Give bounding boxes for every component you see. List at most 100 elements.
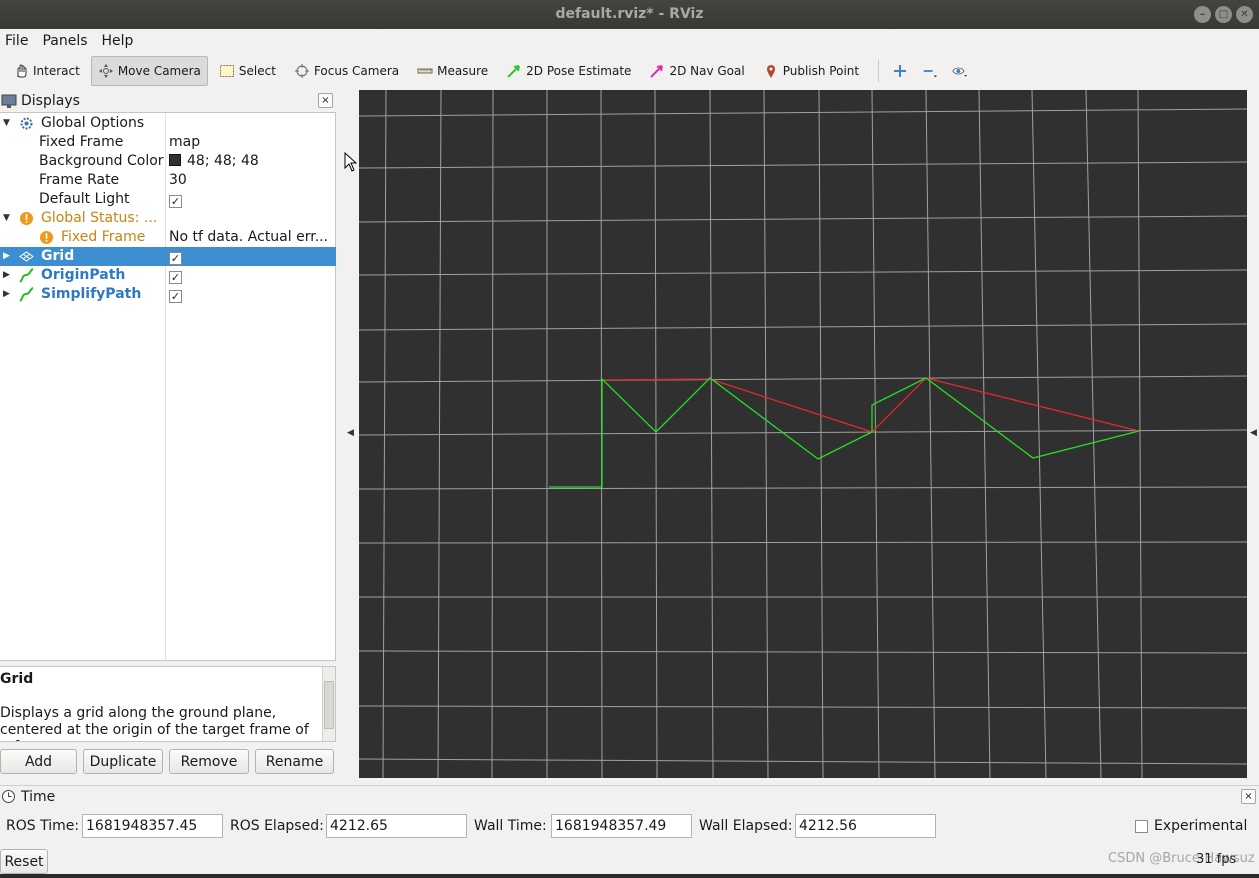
frame-rate-row[interactable]: Frame Rate 30 [0, 171, 336, 190]
close-time-button[interactable]: × [1241, 789, 1256, 804]
close-displays-button[interactable]: × [318, 93, 333, 108]
duplicate-button[interactable]: Duplicate [83, 749, 163, 774]
ros-elapsed-field[interactable]: 4212.65 [326, 814, 467, 838]
fixed-frame-value[interactable]: map [169, 133, 333, 152]
grid-line-vertical [654, 90, 658, 778]
wall-time-field[interactable]: 1681948357.49 [551, 814, 692, 838]
collapse-left-arrow-icon[interactable]: ◀ [347, 428, 354, 438]
pose-estimate-label: 2D Pose Estimate [526, 63, 632, 78]
color-swatch [169, 154, 181, 166]
reset-button[interactable]: Reset [0, 849, 48, 874]
background-color-text: 48; 48; 48 [187, 153, 259, 169]
select-icon [219, 64, 234, 77]
menu-file[interactable]: File [5, 33, 28, 49]
warning-icon [40, 231, 53, 244]
simplify-path-label: SimplifyPath [41, 286, 142, 302]
expand-arrow-icon[interactable]: ▼ [3, 114, 10, 133]
minus-icon [923, 69, 938, 77]
grid-line-horizontal [359, 161, 1247, 169]
minimize-button[interactable]: – [1194, 6, 1211, 23]
ros-time-field[interactable]: 1681948357.45 [82, 814, 223, 838]
focus-camera-tool[interactable]: Focus Camera [287, 56, 406, 86]
displays-tree: ▼ Global Options Fixed Frame map Backgro… [0, 112, 336, 661]
expand-arrow-icon[interactable]: ▼ [3, 209, 10, 228]
fixed-frame-row[interactable]: Fixed Frame map [0, 133, 336, 152]
origin-path-value: ✓ [169, 266, 333, 285]
experimental-checkbox[interactable] [1135, 820, 1148, 833]
add-button[interactable]: Add [0, 749, 77, 774]
plus-icon [894, 64, 907, 77]
pink-arrow-icon [650, 64, 664, 78]
ros-elapsed-label: ROS Elapsed: [230, 818, 324, 834]
add-tool-button[interactable] [887, 56, 913, 86]
global-options-row[interactable]: ▼ Global Options [0, 114, 336, 133]
origin-path-checkbox[interactable]: ✓ [169, 271, 182, 284]
mouse-cursor-icon [344, 152, 357, 172]
move-camera-tool[interactable]: Move Camera [90, 55, 208, 86]
map-pin-icon [766, 64, 775, 78]
eye-icon [952, 67, 968, 77]
nav-goal-tool[interactable]: 2D Nav Goal [642, 56, 751, 86]
wall-elapsed-field[interactable]: 4212.56 [795, 814, 936, 838]
background-color-row[interactable]: Background Color 48; 48; 48 [0, 152, 336, 171]
expand-arrow-icon[interactable]: ▶ [3, 266, 10, 285]
background-color-value[interactable]: 48; 48; 48 [169, 152, 333, 171]
publish-point-tool[interactable]: Publish Point [756, 56, 866, 86]
simplify-path-value: ✓ [169, 285, 333, 304]
displays-panel-title: Displays [21, 93, 80, 109]
default-light-checkbox[interactable]: ✓ [169, 195, 182, 208]
focus-camera-label: Focus Camera [313, 63, 400, 78]
rename-button[interactable]: Rename [255, 749, 334, 774]
view-options-button[interactable] [947, 56, 973, 86]
monitor-icon [1, 94, 17, 108]
expand-arrow-icon[interactable]: ▶ [3, 247, 10, 266]
grid-line-vertical [1137, 90, 1143, 778]
maximize-button[interactable]: □ [1215, 6, 1232, 23]
warning-icon [20, 212, 33, 225]
window-controls: – □ ✕ [1194, 6, 1253, 23]
display-item-simplify-path[interactable]: ▶ SimplifyPath ✓ [0, 285, 336, 304]
select-label: Select [238, 63, 276, 78]
path-icon [19, 268, 34, 283]
expand-arrow-icon[interactable]: ▶ [3, 285, 10, 304]
wall-time-label: Wall Time: [474, 818, 547, 834]
default-light-row[interactable]: Default Light ✓ [0, 190, 336, 209]
global-status-row[interactable]: ▼ Global Status: ... [0, 209, 336, 228]
render-viewport[interactable] [359, 90, 1247, 778]
menu-panels[interactable]: Panels [42, 33, 87, 49]
displays-panel-header: Displays × [0, 90, 336, 112]
grid-checkbox[interactable]: ✓ [169, 252, 182, 265]
viewport-canvas[interactable] [359, 90, 1247, 778]
remove-button[interactable]: Remove [169, 749, 249, 774]
nav-goal-label: 2D Nav Goal [669, 63, 745, 78]
origin-path-label: OriginPath [41, 267, 126, 283]
measure-tool[interactable]: Measure [410, 56, 495, 86]
green-arrow-icon [507, 64, 521, 78]
close-window-button[interactable]: ✕ [1236, 6, 1253, 23]
remove-tool-button[interactable] [917, 56, 943, 86]
frame-rate-value[interactable]: 30 [169, 171, 333, 190]
background-color-label: Background Color [39, 153, 164, 169]
grid-line-vertical [871, 90, 880, 778]
displays-button-row: Add Duplicate Remove Rename [0, 749, 336, 775]
description-scrollbar[interactable] [322, 667, 335, 741]
display-item-grid[interactable]: ▶ Grid ✓ [0, 247, 336, 266]
publish-point-label: Publish Point [782, 63, 860, 78]
simplify-path-checkbox[interactable]: ✓ [169, 290, 182, 303]
pose-estimate-tool[interactable]: 2D Pose Estimate [499, 56, 638, 86]
grid-lines [359, 90, 1247, 778]
interact-tool[interactable]: Interact [6, 56, 87, 86]
time-fields-row: ROS Time: 1681948357.45 ROS Elapsed: 421… [0, 813, 1259, 839]
status-fixed-frame-row[interactable]: Fixed Frame No tf data. Actual err... [0, 228, 336, 247]
grid-line-vertical [925, 90, 936, 778]
select-tool[interactable]: Select [212, 56, 283, 86]
menu-help[interactable]: Help [102, 33, 134, 49]
description-title: Grid [0, 671, 34, 687]
grid-line-vertical [1085, 90, 1102, 778]
experimental-label: Experimental [1154, 818, 1248, 834]
grid-line-horizontal [359, 269, 1247, 276]
display-item-origin-path[interactable]: ▶ OriginPath ✓ [0, 266, 336, 285]
collapse-right-arrow-icon[interactable]: ◀ [1250, 428, 1257, 438]
focus-camera-icon [294, 63, 309, 78]
scrollbar-thumb[interactable] [324, 681, 334, 729]
